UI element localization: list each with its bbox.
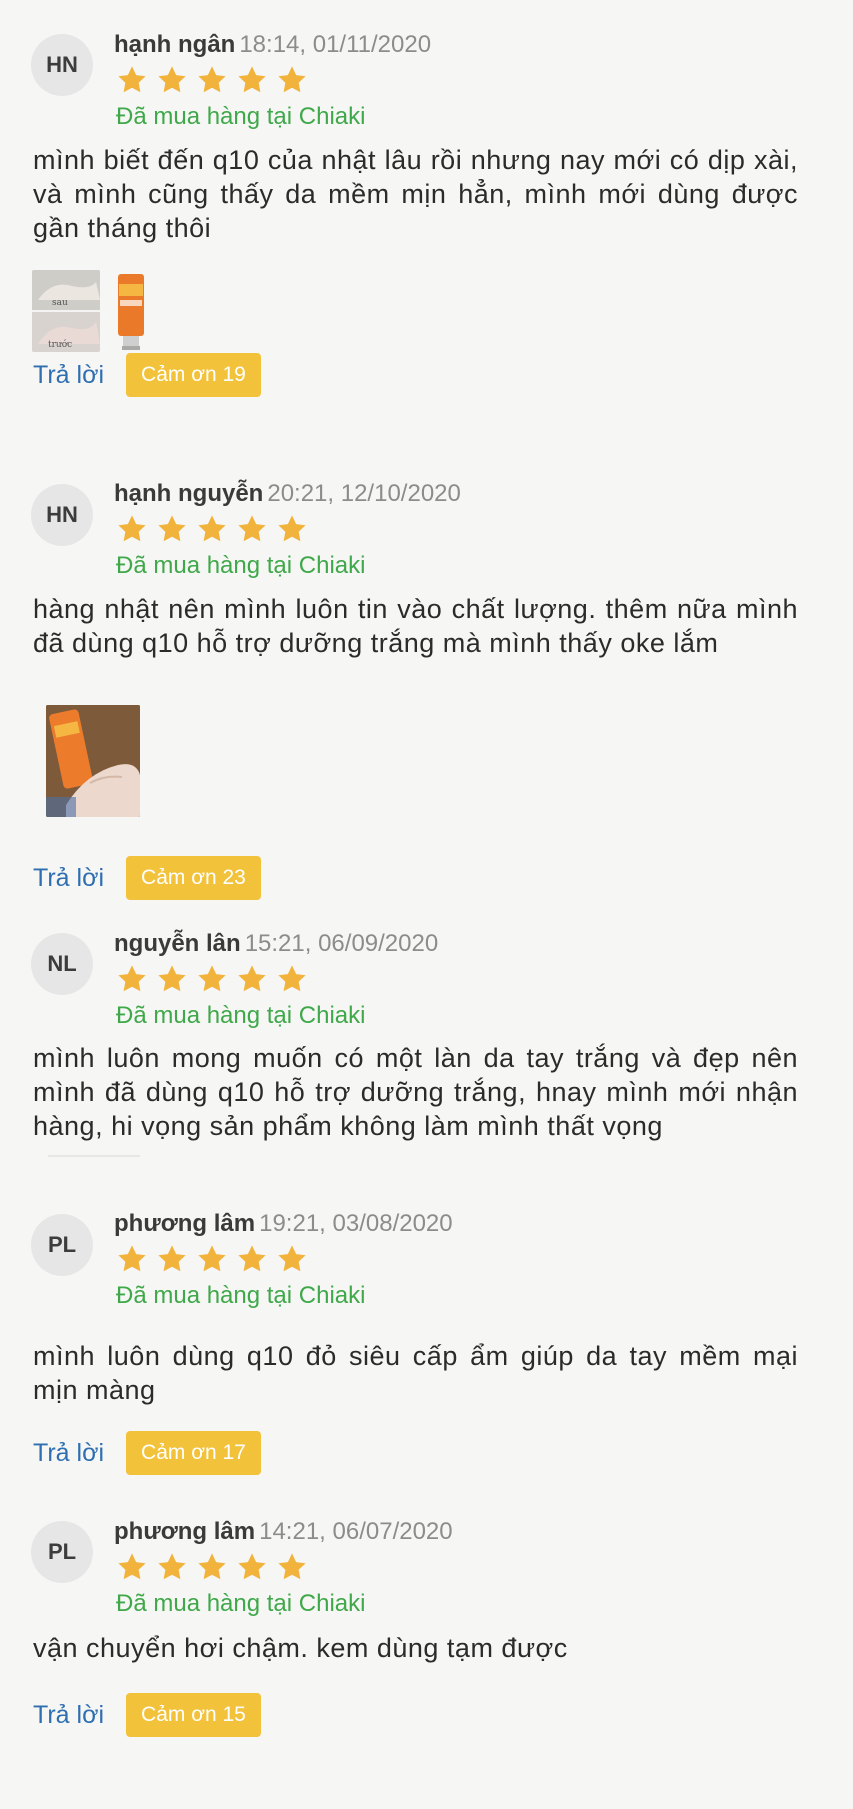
star-icon bbox=[156, 1243, 188, 1275]
reply-link[interactable]: Trả lời bbox=[33, 863, 104, 893]
review-actions: Trả lời Cảm ơn 15 bbox=[33, 1693, 261, 1737]
star-icon bbox=[156, 64, 188, 96]
review-time: 20:21, 12/10/2020 bbox=[267, 480, 461, 507]
star-rating bbox=[116, 963, 308, 995]
star-icon bbox=[276, 1243, 308, 1275]
review-header: phương lâm 14:21, 06/07/2020 bbox=[114, 1517, 453, 1547]
star-icon bbox=[156, 963, 188, 995]
reviewer-name: phương lâm bbox=[114, 1210, 256, 1237]
review-actions: Trả lời Cảm ơn 17 bbox=[33, 1431, 261, 1475]
star-icon bbox=[116, 1551, 148, 1583]
avatar: NL bbox=[31, 933, 93, 995]
product-tube-photo[interactable] bbox=[110, 270, 150, 352]
review-content: mình biết đến q10 của nhật lâu rồi nhưng… bbox=[33, 145, 798, 243]
reviewer-name: hạnh ngân bbox=[114, 31, 236, 58]
star-icon bbox=[116, 64, 148, 96]
reply-link[interactable]: Trả lời bbox=[33, 1438, 104, 1468]
star-icon bbox=[236, 64, 268, 96]
star-icon bbox=[236, 963, 268, 995]
review-images bbox=[46, 705, 140, 817]
reviewer-name: phương lâm bbox=[114, 1518, 256, 1545]
star-icon bbox=[196, 963, 228, 995]
review-content: vận chuyển hơi chậm. kem dùng tạm được bbox=[33, 1633, 568, 1663]
star-icon bbox=[196, 1243, 228, 1275]
purchase-badge: Đã mua hàng tại Chiaki bbox=[116, 1282, 366, 1309]
thanks-button[interactable]: Cảm ơn 17 bbox=[126, 1431, 261, 1475]
star-icon bbox=[196, 513, 228, 545]
purchase-badge: Đã mua hàng tại Chiaki bbox=[116, 103, 366, 130]
photo-label-before: trước bbox=[48, 339, 72, 350]
purchase-badge: Đã mua hàng tại Chiaki bbox=[116, 1002, 366, 1029]
review-actions: Trả lời Cảm ơn 19 bbox=[33, 353, 261, 397]
star-icon bbox=[236, 1551, 268, 1583]
hand-before-after-photo[interactable]: sau trước bbox=[32, 270, 100, 352]
thanks-button[interactable]: Cảm ơn 15 bbox=[126, 1693, 261, 1737]
hand-with-product-photo[interactable] bbox=[46, 705, 140, 817]
star-icon bbox=[156, 513, 188, 545]
review-header: phương lâm 19:21, 03/08/2020 bbox=[114, 1209, 453, 1239]
star-icon bbox=[276, 513, 308, 545]
star-icon bbox=[236, 1243, 268, 1275]
star-icon bbox=[276, 1551, 308, 1583]
star-icon bbox=[276, 963, 308, 995]
purchase-badge: Đã mua hàng tại Chiaki bbox=[116, 552, 366, 579]
review-content: mình luôn dùng q10 đỏ siêu cấp ẩm giúp d… bbox=[33, 1341, 798, 1405]
thanks-button[interactable]: Cảm ơn 19 bbox=[126, 353, 261, 397]
reviewer-name: hạnh nguyễn bbox=[114, 480, 264, 507]
reply-link[interactable]: Trả lời bbox=[33, 1700, 104, 1730]
avatar: HN bbox=[31, 34, 93, 96]
purchase-badge: Đã mua hàng tại Chiaki bbox=[116, 1590, 366, 1617]
star-icon bbox=[196, 1551, 228, 1583]
reply-link[interactable]: Trả lời bbox=[33, 360, 104, 390]
review-header: nguyễn lân 15:21, 06/09/2020 bbox=[114, 929, 438, 959]
star-icon bbox=[116, 1243, 148, 1275]
reviewer-name: nguyễn lân bbox=[114, 930, 241, 957]
star-icon bbox=[156, 1551, 188, 1583]
star-rating bbox=[116, 1551, 308, 1583]
avatar: PL bbox=[31, 1521, 93, 1583]
review-header: hạnh nguyễn 20:21, 12/10/2020 bbox=[114, 479, 461, 509]
review-time: 19:21, 03/08/2020 bbox=[259, 1210, 453, 1237]
photo-label-after: sau bbox=[52, 298, 68, 308]
review-content: hàng nhật nên mình luôn tin vào chất lượ… bbox=[33, 594, 798, 658]
divider bbox=[48, 1155, 140, 1157]
star-icon bbox=[196, 64, 228, 96]
review-header: hạnh ngân 18:14, 01/11/2020 bbox=[114, 30, 431, 60]
star-icon bbox=[236, 513, 268, 545]
star-icon bbox=[116, 963, 148, 995]
review-time: 18:14, 01/11/2020 bbox=[239, 31, 432, 58]
review-images: sau trước bbox=[32, 270, 150, 352]
star-rating bbox=[116, 64, 308, 96]
star-rating bbox=[116, 513, 308, 545]
star-icon bbox=[276, 64, 308, 96]
review-content: mình luôn mong muốn có một làn da tay tr… bbox=[33, 1043, 798, 1141]
review-time: 14:21, 06/07/2020 bbox=[259, 1518, 453, 1545]
avatar: PL bbox=[31, 1214, 93, 1276]
avatar: HN bbox=[31, 484, 93, 546]
review-actions: Trả lời Cảm ơn 23 bbox=[33, 856, 261, 900]
star-rating bbox=[116, 1243, 308, 1275]
review-time: 15:21, 06/09/2020 bbox=[244, 930, 439, 957]
star-icon bbox=[116, 513, 148, 545]
thanks-button[interactable]: Cảm ơn 23 bbox=[126, 856, 261, 900]
